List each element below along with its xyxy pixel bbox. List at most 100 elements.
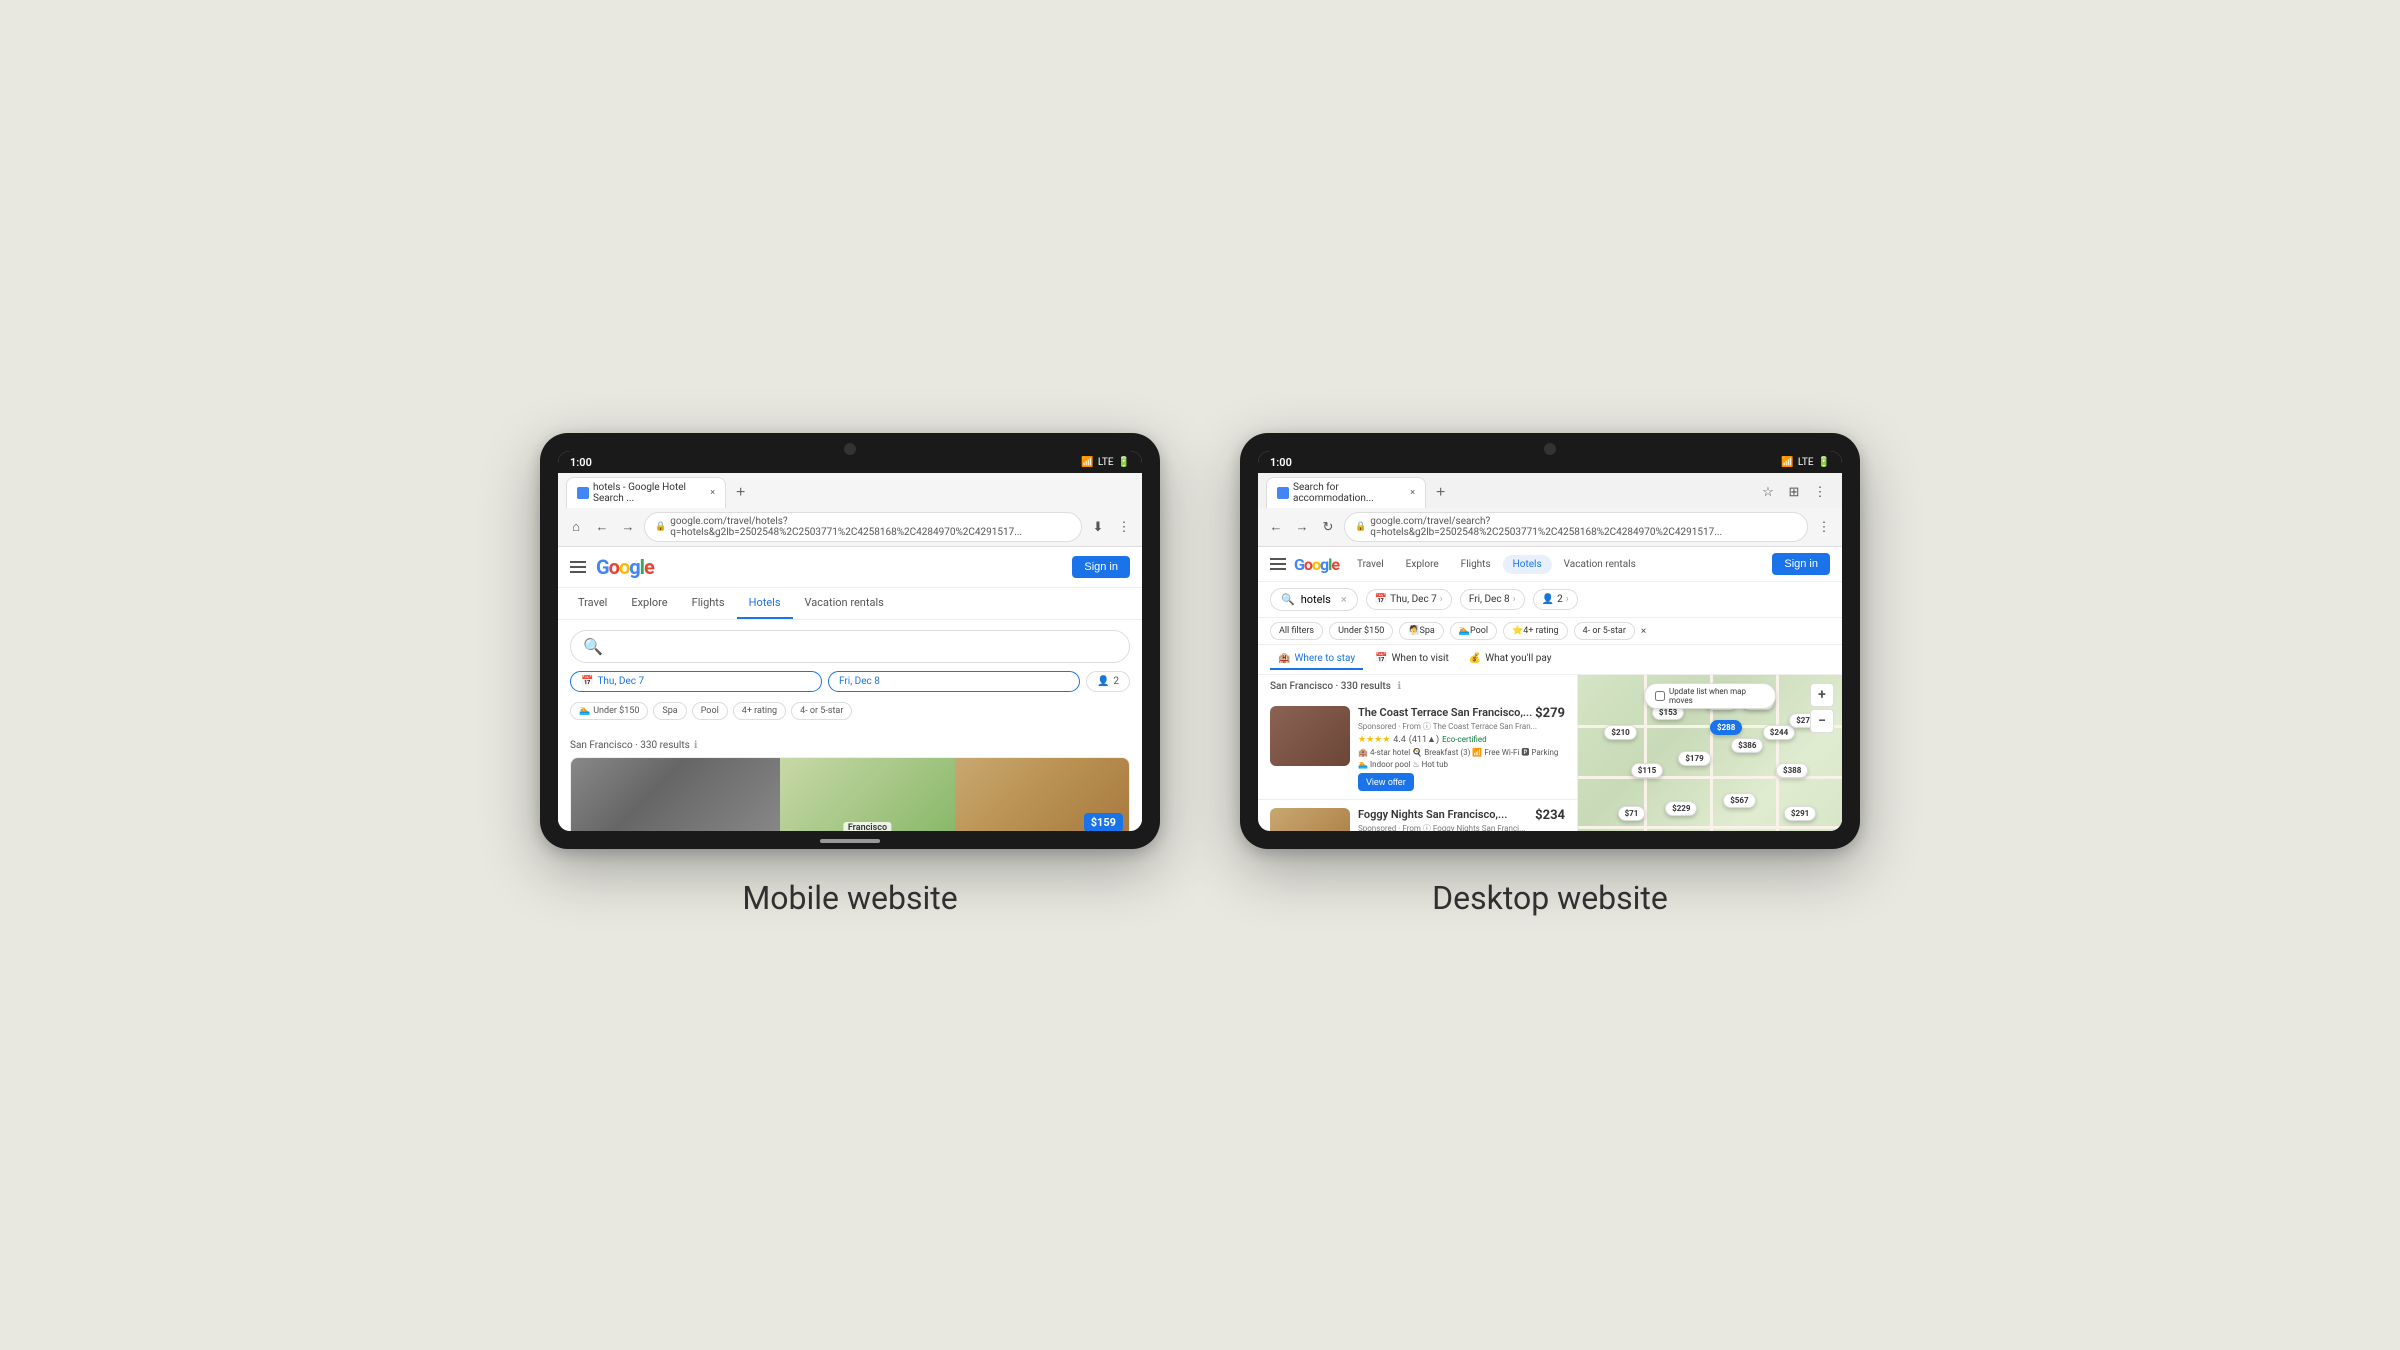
mobile-tab-travel[interactable]: Travel xyxy=(566,588,619,619)
desktop-filter-rating[interactable]: ⭐4+ rating xyxy=(1503,622,1568,640)
desktop-guest-pill[interactable]: 👤 2 › xyxy=(1533,589,1578,610)
mobile-tab-explore[interactable]: Explore xyxy=(619,588,679,619)
desktop-tab-vacation[interactable]: Vacation rentals xyxy=(1554,555,1646,574)
desktop-filter-stars[interactable]: 4- or 5-star xyxy=(1574,622,1635,640)
mobile-tab-hotels[interactable]: Hotels xyxy=(737,588,793,619)
mobile-filter-chip-2[interactable]: Pool xyxy=(692,702,728,720)
desktop-zoom-in-btn[interactable]: + xyxy=(1810,683,1834,707)
desktop-context-what[interactable]: 💰 What you'll pay xyxy=(1461,649,1560,670)
desktop-tab-travel[interactable]: Travel xyxy=(1347,555,1394,574)
mobile-browser-tab[interactable]: hotels - Google Hotel Search ... × xyxy=(566,477,726,508)
desktop-map-pin-14[interactable]: $291 xyxy=(1784,806,1816,821)
desktop-reload-icon[interactable]: ↻ xyxy=(1318,517,1338,537)
mobile-guest-count: 2 xyxy=(1113,676,1119,687)
desktop-filter-pool[interactable]: 🏊Pool xyxy=(1450,622,1497,640)
desktop-hotel1-info: The Coast Terrace San Francisco,... $279… xyxy=(1358,706,1565,791)
desktop-hotel2-sponsored: Sponsored · From ⓘ Foggy Nights San Fran… xyxy=(1358,823,1565,831)
mobile-google-logo: Google xyxy=(596,555,654,579)
mobile-filter-chip-1[interactable]: Spa xyxy=(653,702,686,720)
desktop-filter-spa[interactable]: 🧖Spa xyxy=(1399,622,1444,640)
mobile-checkout-pill[interactable]: Fri, Dec 8 xyxy=(828,671,1080,692)
desktop-tab-close[interactable]: × xyxy=(1410,488,1415,498)
desktop-tab-explore[interactable]: Explore xyxy=(1396,555,1449,574)
mobile-tab-vacation[interactable]: Vacation rentals xyxy=(793,588,896,619)
mobile-guest-pill[interactable]: 👤 2 xyxy=(1086,671,1130,692)
mobile-hotel-images: Francisco $159 xyxy=(571,758,1129,831)
desktop-guest-icon: 👤 xyxy=(1542,594,1554,605)
desktop-filter-price[interactable]: Under $150 xyxy=(1329,622,1393,640)
desktop-search-clear[interactable]: × xyxy=(1341,593,1347,606)
desktop-when-icon: 📅 xyxy=(1375,653,1387,664)
desktop-hotel1-rating: ★★★★ 4.4 (411▲) Eco-certified xyxy=(1358,734,1565,745)
desktop-apps-icon[interactable]: ⊞ xyxy=(1784,483,1804,503)
desktop-hotel-card-2[interactable]: Foggy Nights San Francisco,... $234 Spon… xyxy=(1258,800,1577,831)
desktop-filter-all[interactable]: All filters xyxy=(1270,622,1323,640)
desktop-map-pin-7[interactable]: $386 xyxy=(1731,738,1763,753)
desktop-checkin-pill[interactable]: 📅 Thu, Dec 7 › xyxy=(1366,589,1452,610)
desktop-tab-flights[interactable]: Flights xyxy=(1451,555,1501,574)
mobile-filter-chip-4[interactable]: 4- or 5-star xyxy=(791,702,852,720)
mobile-sign-in-btn[interactable]: Sign in xyxy=(1072,556,1130,578)
desktop-update-list-checkbox[interactable]: Update list when map moves xyxy=(1644,683,1776,709)
mobile-download-icon[interactable]: ⬇ xyxy=(1088,517,1108,537)
desktop-checkout-pill[interactable]: Fri, Dec 8 › xyxy=(1460,589,1525,610)
desktop-google-logo: Google xyxy=(1294,555,1339,574)
desktop-nav-bar: ← → ↻ 🔒 google.com/travel/search?q=hotel… xyxy=(1258,508,1842,546)
mobile-forward-icon[interactable]: → xyxy=(618,517,638,537)
mobile-signal-icon: 📶 xyxy=(1081,457,1093,468)
desktop-hotel1-pool: 🏊 Indoor pool xyxy=(1358,760,1410,769)
desktop-hotel1-star-rating: 🏨 4-star hotel xyxy=(1358,747,1410,758)
desktop-status-icons: 📶 LTE 🔋 xyxy=(1781,457,1830,468)
desktop-map-pin-4[interactable]: $288 xyxy=(1710,720,1742,735)
desktop-browser-menu-icon[interactable]: ⋮ xyxy=(1810,483,1830,503)
desktop-map-pin-6[interactable]: $179 xyxy=(1678,751,1710,766)
mobile-tab-flights[interactable]: Flights xyxy=(680,588,737,619)
mobile-search-input[interactable]: hotels xyxy=(611,640,1117,654)
desktop-update-list-input[interactable] xyxy=(1655,691,1665,701)
desktop-search-input-wrap[interactable]: 🔍 hotels × xyxy=(1270,588,1358,611)
mobile-address-bar[interactable]: 🔒 google.com/travel/hotels?q=hotels&g2lb… xyxy=(644,512,1082,542)
mobile-filter-chip-0[interactable]: 🏊 Under $150 xyxy=(570,702,648,720)
mobile-filter-chip-3[interactable]: 4+ rating xyxy=(733,702,786,720)
desktop-map-pin-5[interactable]: $115 xyxy=(1631,763,1663,778)
mobile-search-box[interactable]: 🔍 hotels xyxy=(570,630,1130,663)
desktop-map-pin-12[interactable]: $229 xyxy=(1665,801,1697,816)
mobile-hotel-card[interactable]: Francisco $159 The Goldrush Inn San Fran… xyxy=(570,757,1130,831)
desktop-forward-icon[interactable]: → xyxy=(1292,517,1312,537)
desktop-context-when[interactable]: 📅 When to visit xyxy=(1367,649,1457,670)
mobile-home-icon[interactable]: ⌂ xyxy=(566,517,586,537)
desktop-hotel1-img xyxy=(1270,706,1350,766)
mobile-new-tab-btn[interactable]: + xyxy=(730,482,751,504)
desktop-map-pin-8[interactable]: $244 xyxy=(1763,725,1795,740)
desktop-browser-menu2-icon[interactable]: ⋮ xyxy=(1814,517,1834,537)
mobile-checkin-pill[interactable]: 📅 Thu, Dec 7 xyxy=(570,671,822,692)
desktop-checkout-text: Fri, Dec 8 xyxy=(1469,594,1510,605)
desktop-zoom-out-btn[interactable]: − xyxy=(1810,709,1834,733)
desktop-map-pin-1[interactable]: $210 xyxy=(1604,725,1636,740)
desktop-context-where[interactable]: 🏨 Where to stay xyxy=(1270,649,1363,670)
desktop-results-info-icon: ℹ xyxy=(1397,681,1401,692)
desktop-filter-bar: All filters Under $150 🧖Spa 🏊Pool ⭐4+ ra… xyxy=(1258,618,1842,645)
desktop-filter-more[interactable]: × xyxy=(1641,626,1646,637)
mobile-tab-close[interactable]: × xyxy=(710,488,715,498)
desktop-new-tab-btn[interactable]: + xyxy=(1430,482,1451,504)
desktop-address-bar[interactable]: 🔒 google.com/travel/search?q=hotels&g2lb… xyxy=(1344,512,1808,542)
desktop-hotel1-view-offer-btn[interactable]: View offer xyxy=(1358,773,1414,791)
desktop-tab-hotels[interactable]: Hotels xyxy=(1503,555,1552,574)
desktop-map-pin-13[interactable]: $567 xyxy=(1723,793,1755,808)
mobile-back-icon[interactable]: ← xyxy=(592,517,612,537)
desktop-hotel-card-1[interactable]: The Coast Terrace San Francisco,... $279… xyxy=(1258,698,1577,800)
desktop-battery-icon: 🔋 xyxy=(1818,457,1830,468)
desktop-hamburger[interactable] xyxy=(1270,558,1286,570)
mobile-hamburger-menu[interactable] xyxy=(570,561,586,573)
desktop-back-icon[interactable]: ← xyxy=(1266,517,1286,537)
desktop-star-icon[interactable]: ☆ xyxy=(1758,483,1778,503)
mobile-menu-icon[interactable]: ⋮ xyxy=(1114,517,1134,537)
desktop-where-icon: 🏨 xyxy=(1278,653,1290,664)
desktop-sign-in-btn[interactable]: Sign in xyxy=(1772,553,1830,575)
desktop-browser-tab[interactable]: Search for accommodation... × xyxy=(1266,477,1426,508)
desktop-hotel2-name: Foggy Nights San Francisco,... xyxy=(1358,808,1507,821)
desktop-map-pin-10[interactable]: $388 xyxy=(1776,763,1808,778)
mobile-nav-tabs: Travel Explore Flights Hotels Vacation r… xyxy=(558,588,1142,620)
desktop-map-pin-11[interactable]: $71 xyxy=(1618,806,1646,821)
